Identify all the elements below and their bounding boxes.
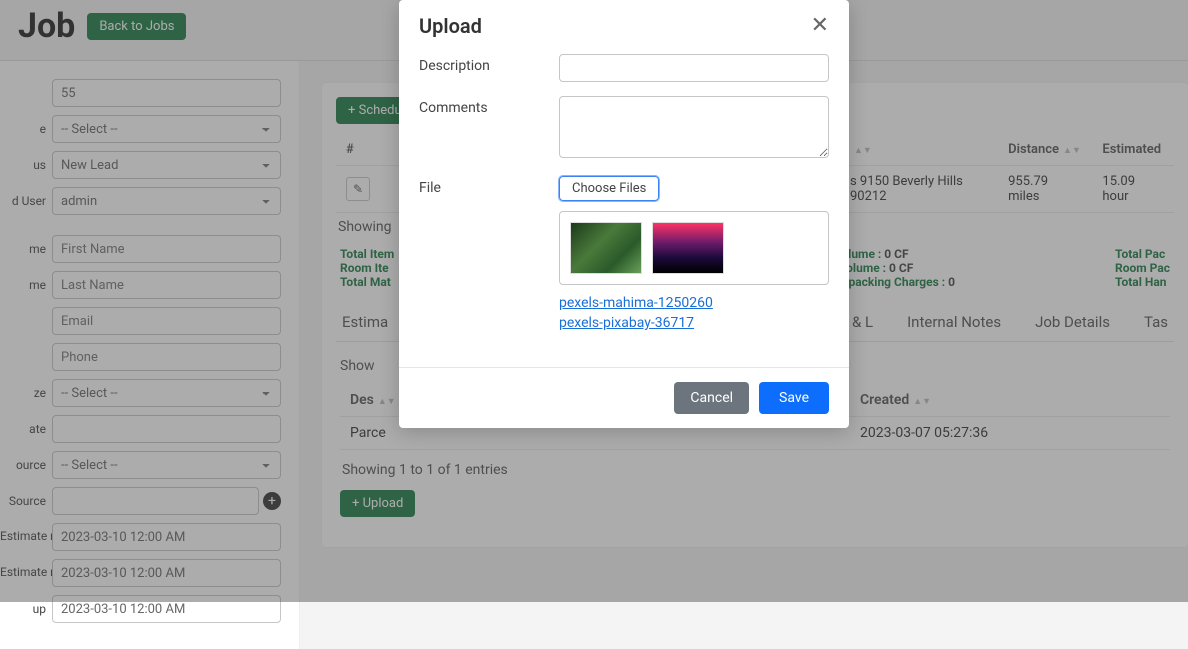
cancel-button[interactable]: Cancel	[674, 382, 749, 414]
upload-modal: Upload ✕ Description Comments File Choos…	[399, 0, 849, 428]
field-label: up	[0, 602, 52, 616]
file-link-2[interactable]: pexels-pixabay-36717	[559, 315, 829, 331]
label-comments: Comments	[419, 96, 559, 162]
choose-files-button[interactable]: Choose Files	[559, 176, 659, 201]
file-link-1[interactable]: pexels-mahima-1250260	[559, 295, 829, 311]
comments-textarea[interactable]	[559, 96, 829, 158]
save-button[interactable]: Save	[759, 382, 829, 414]
label-file: File	[419, 176, 559, 335]
file-preview-box	[559, 211, 829, 285]
label-description: Description	[419, 54, 559, 82]
thumbnail-2	[652, 222, 724, 274]
description-input[interactable]	[559, 54, 829, 82]
thumbnail-1	[570, 222, 642, 274]
modal-title: Upload	[419, 14, 482, 38]
close-icon[interactable]: ✕	[811, 15, 829, 37]
